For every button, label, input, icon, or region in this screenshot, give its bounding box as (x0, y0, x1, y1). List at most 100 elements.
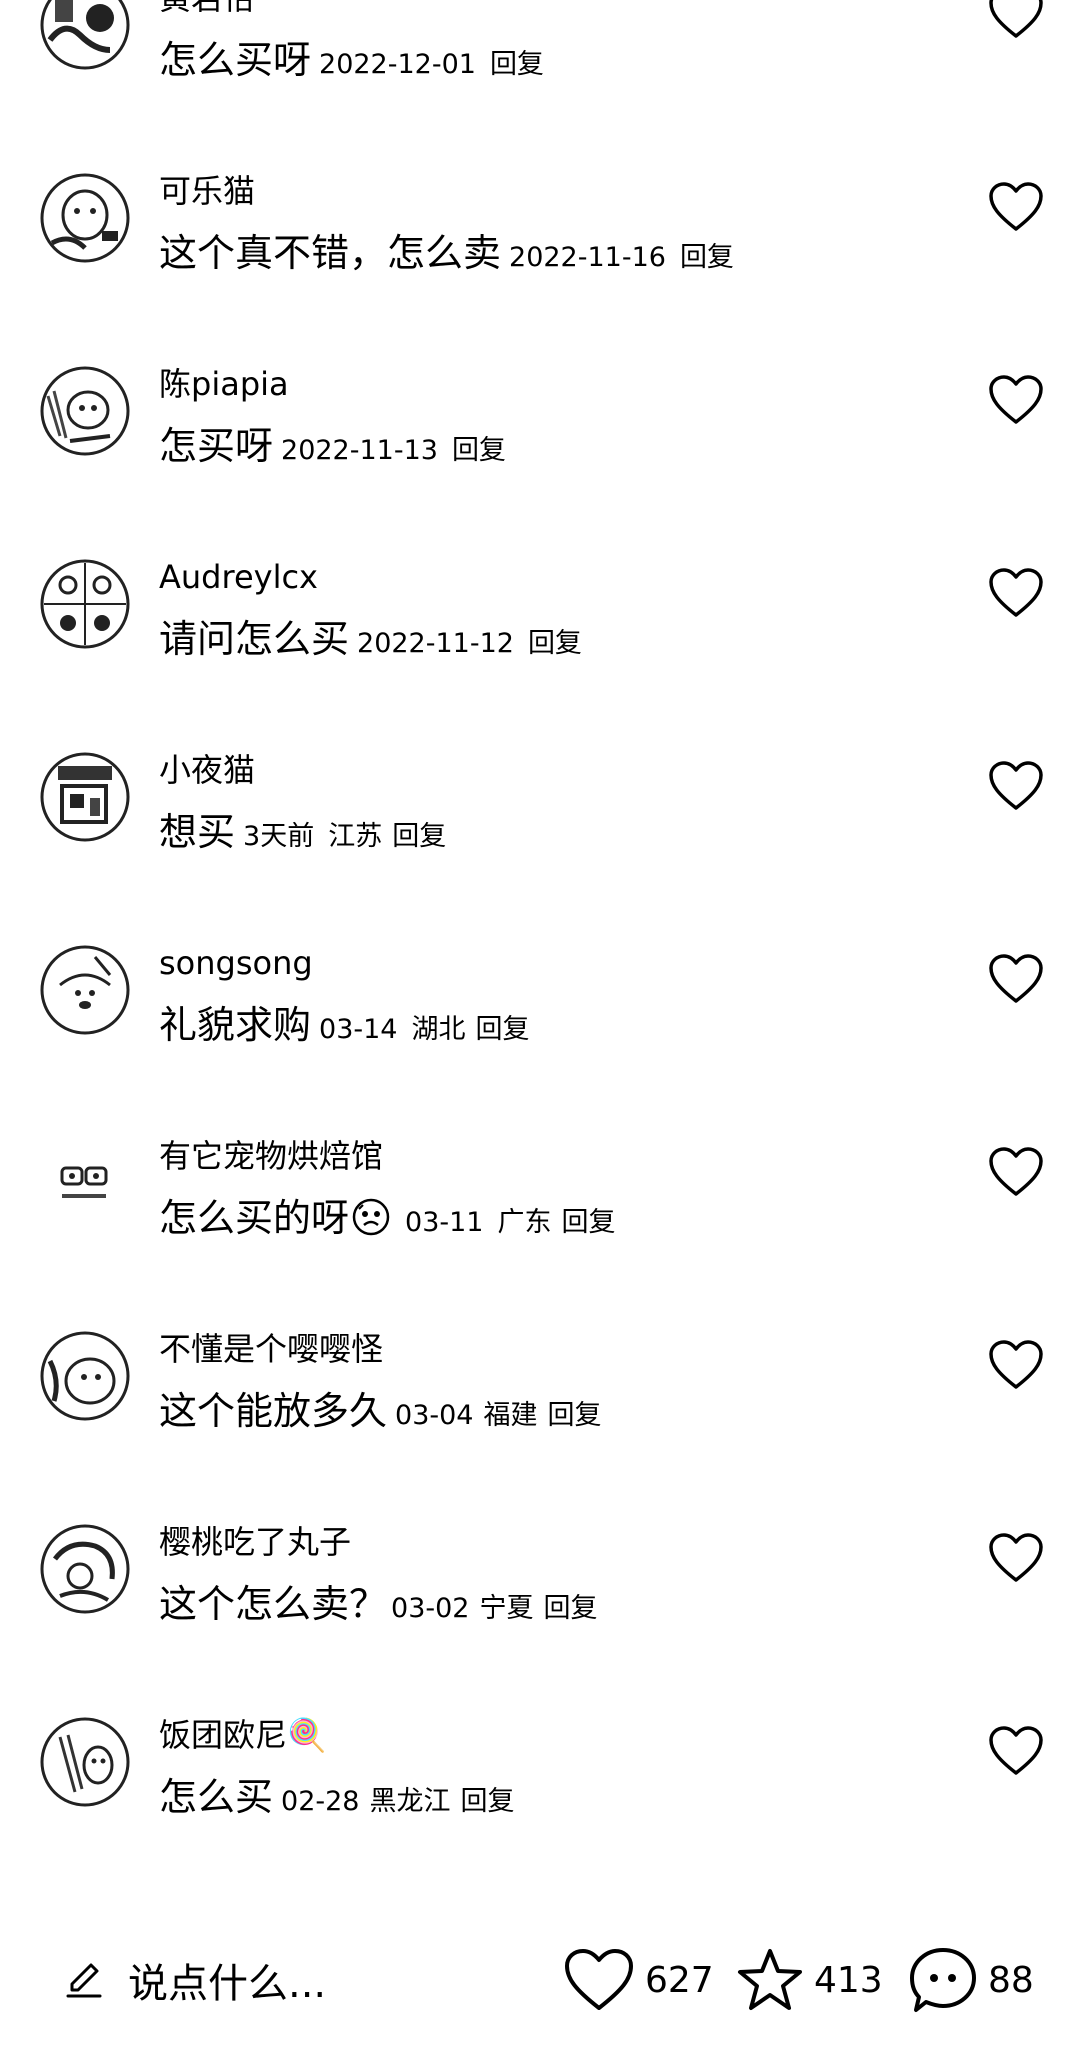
avatar[interactable] (40, 945, 130, 1035)
reply-button[interactable]: 回复 (452, 435, 506, 466)
bottom-action-bar: 说点什么... 627 413 88 (0, 1930, 1080, 2030)
avatar[interactable] (40, 559, 130, 649)
comment-composer[interactable]: 说点什么... (64, 1948, 326, 2012)
like-button[interactable] (988, 567, 1044, 619)
comment-item: 不懂是个嘤嘤怪 这个能放多久 03-04 福建 回复 (0, 1323, 1080, 1516)
reply-button[interactable]: 回复 (547, 1400, 601, 1431)
heart-outline-icon (989, 1533, 1043, 1582)
comment-username[interactable]: 黄若怡 (159, 0, 255, 18)
comment-username[interactable]: 樱桃吃了丸子 (159, 1522, 351, 1562)
comment-text: 怎么买呀 (159, 38, 312, 82)
favorite-button[interactable]: 413 (736, 1948, 883, 2012)
comment-username[interactable]: Audreylcx (159, 557, 318, 597)
comment-body: 怎买呀 2022-11-13 回复 (159, 422, 506, 470)
comment-body: 想买 3天前 江苏 回复 (159, 808, 446, 856)
heart-outline-icon (989, 954, 1043, 1003)
like-button[interactable] (988, 0, 1044, 40)
reply-button[interactable]: 回复 (543, 1593, 597, 1624)
avatar[interactable] (40, 366, 130, 456)
comment-text: 怎么买的呀 (159, 1196, 350, 1240)
comment-time: 2022-11-12 (357, 628, 514, 659)
like-button[interactable] (988, 181, 1044, 233)
favorite-count: 413 (814, 1959, 883, 2001)
comment-item: 陈piapia 怎买呀 2022-11-13 回复 (0, 358, 1080, 551)
reply-button[interactable]: 回复 (475, 1014, 529, 1045)
like-button[interactable] (988, 953, 1044, 1005)
chat-bubble-icon (910, 1948, 976, 2012)
comment-username[interactable]: 饭团欧尼🍭 (159, 1715, 327, 1755)
heart-outline-icon (989, 1340, 1043, 1389)
reply-button[interactable]: 回复 (561, 1207, 615, 1238)
comment-username[interactable]: 有它宠物烘焙馆 (159, 1136, 383, 1176)
heart-outline-icon (565, 1949, 633, 2010)
comment-time: 2022-11-16 (509, 242, 666, 273)
comment-text: 怎么买 (159, 1775, 274, 1819)
nervous-emoji-icon (352, 1198, 390, 1236)
comment-item: 樱桃吃了丸子 这个怎么卖？ 03-02 宁夏 回复 (0, 1516, 1080, 1709)
comment-username[interactable]: 不懂是个嘤嘤怪 (159, 1329, 383, 1369)
comment-time: 03-11 (405, 1207, 484, 1238)
avatar[interactable] (40, 0, 130, 70)
comment-body: 请问怎么买 2022-11-12 回复 (159, 615, 582, 663)
avatar[interactable] (40, 173, 130, 263)
avatar[interactable] (40, 1717, 130, 1807)
heart-outline-icon (989, 761, 1043, 810)
comment-body: 怎么买呀 2022-12-01 回复 (159, 36, 544, 84)
reply-button[interactable]: 回复 (460, 1786, 514, 1817)
comment-text: 怎买呀 (159, 424, 274, 468)
reply-button[interactable]: 回复 (490, 49, 544, 80)
like-post-button[interactable]: 627 (563, 1948, 714, 2012)
reply-button[interactable]: 回复 (680, 242, 734, 273)
like-button[interactable] (988, 760, 1044, 812)
comment-body: 怎么买 02-28 黑龙江 回复 (159, 1773, 514, 1821)
composer-placeholder[interactable]: 说点什么... (128, 1951, 326, 2009)
avatar[interactable] (40, 1138, 130, 1228)
heart-outline-icon (989, 182, 1043, 231)
comment-time: 03-02 (391, 1593, 470, 1624)
comment-region: 宁夏 (479, 1593, 534, 1624)
reply-button[interactable]: 回复 (528, 628, 582, 659)
avatar[interactable] (40, 1331, 130, 1421)
comment-time: 02-28 (281, 1786, 360, 1817)
comment-item: 小夜猫 想买 3天前 江苏 回复 (0, 744, 1080, 937)
like-button[interactable] (988, 1532, 1044, 1584)
comment-text: 礼貌求购 (159, 1003, 312, 1047)
comment-body: 这个能放多久 03-04 福建 回复 (159, 1387, 601, 1435)
comment-button[interactable]: 88 (908, 1948, 1034, 2012)
comment-item: songsong 礼貌求购 03-14 湖北 回复 (0, 937, 1080, 1130)
comment-region: 广东 (497, 1207, 552, 1238)
like-button[interactable] (988, 1146, 1044, 1198)
star-outline-icon (738, 1949, 802, 2010)
comment-body: 怎么买的呀 03-11 广东 回复 (159, 1194, 615, 1242)
comment-region: 福建 (483, 1400, 538, 1431)
comment-region: 湖北 (411, 1014, 466, 1045)
comment-count: 88 (988, 1959, 1034, 2001)
comment-region: 江苏 (328, 821, 383, 852)
comment-item: 黄若怡 怎么买呀2022-12-01 回复 (0, 0, 1080, 165)
comment-time: 03-04 (395, 1400, 474, 1431)
reply-button[interactable]: 回复 (392, 821, 446, 852)
comment-text: 这个真不错，怎么卖 (159, 231, 502, 275)
like-button[interactable] (988, 1339, 1044, 1391)
comment-username[interactable]: 可乐猫 (159, 171, 255, 211)
avatar[interactable] (40, 752, 130, 842)
comment-time: 3天前 (243, 821, 315, 852)
heart-outline-icon (989, 568, 1043, 617)
heart-outline-icon (989, 375, 1043, 424)
like-button[interactable] (988, 374, 1044, 426)
comment-username[interactable]: songsong (159, 943, 313, 983)
comment-text: 这个怎么卖？ (159, 1582, 388, 1626)
like-count: 627 (645, 1959, 714, 2001)
heart-outline-icon (989, 0, 1043, 38)
comment-time: 03-14 (319, 1014, 398, 1045)
comment-username[interactable]: 小夜猫 (159, 750, 255, 790)
comment-text: 想买 (159, 810, 236, 854)
comment-username[interactable]: 陈piapia (159, 364, 289, 404)
comment-item: Audreylcx 请问怎么买 2022-11-12 回复 (0, 551, 1080, 744)
like-button[interactable] (988, 1725, 1044, 1777)
pen-icon (66, 1963, 102, 1998)
heart-outline-icon (989, 1147, 1043, 1196)
avatar[interactable] (40, 1524, 130, 1614)
comment-text: 请问怎么买 (159, 617, 350, 661)
comment-body: 礼貌求购 03-14 湖北 回复 (159, 1001, 529, 1049)
